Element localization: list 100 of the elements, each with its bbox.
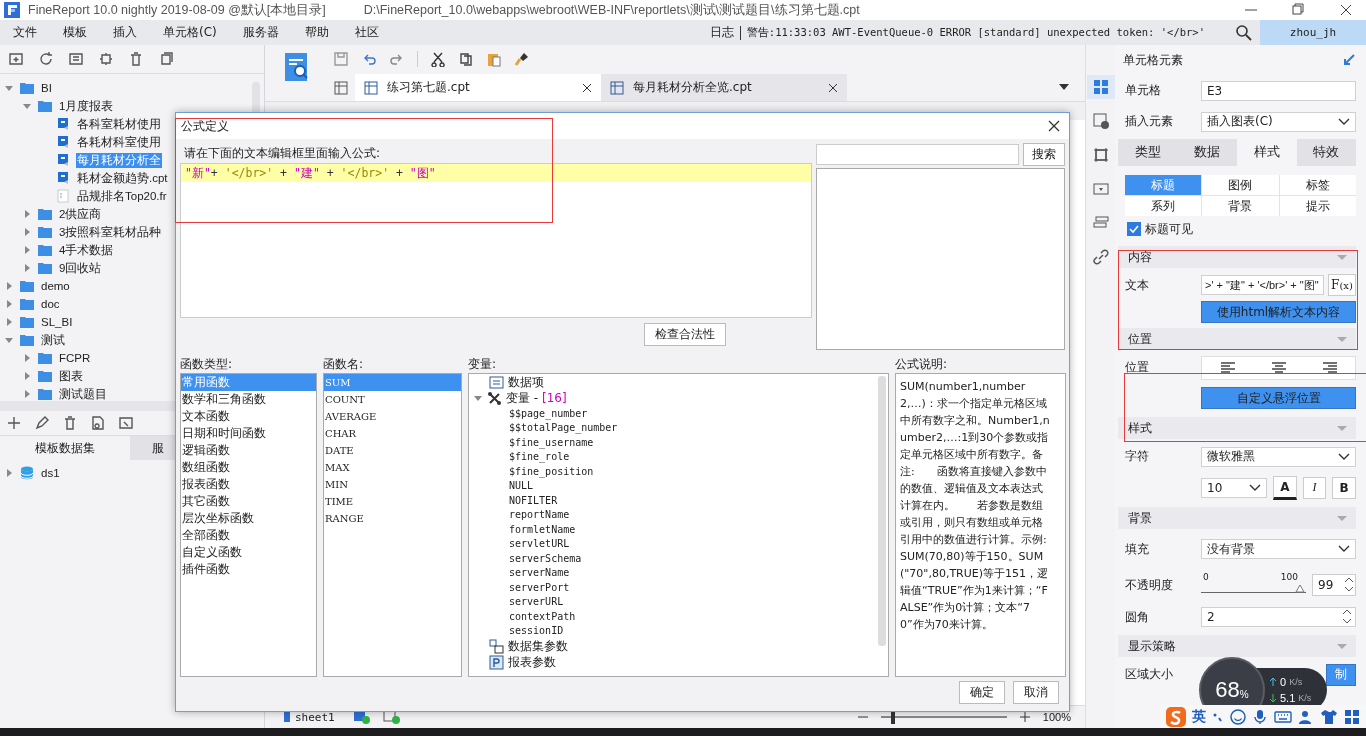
bold-button[interactable]: B <box>1332 476 1356 499</box>
delete-icon[interactable] <box>128 51 144 67</box>
template-list-icon[interactable] <box>68 51 84 67</box>
collapsed-arrow-icon[interactable] <box>22 371 32 381</box>
tree-item[interactable]: doc <box>40 298 61 310</box>
dialog-button[interactable]: 取消 <box>1013 680 1059 704</box>
slider-thumb-icon[interactable] <box>1295 584 1306 593</box>
tree-item[interactable]: SL_BI <box>40 316 74 328</box>
user-icon[interactable] <box>1298 708 1314 725</box>
search-button[interactable]: 搜索 <box>1023 142 1065 166</box>
section-header[interactable]: 背景 <box>1128 509 1152 527</box>
sub-tab[interactable]: 背景 <box>1202 196 1279 216</box>
fill-dropdown[interactable]: 没有背景 <box>1201 539 1356 559</box>
cut-icon[interactable] <box>430 50 446 67</box>
collapsed-arrow-icon[interactable] <box>4 317 14 327</box>
list-item[interactable]: 文本函数 <box>181 408 316 425</box>
search-field[interactable] <box>816 143 1019 165</box>
collapsed-arrow-icon[interactable] <box>22 245 32 255</box>
variable-item[interactable]: servletURL <box>469 536 888 551</box>
list-item[interactable]: DATE <box>324 442 461 459</box>
list-item[interactable]: 插件函数 <box>181 561 316 578</box>
user-name[interactable]: zhou_jh <box>1260 20 1366 45</box>
tree-item[interactable]: 图表 <box>58 368 84 384</box>
menu-item[interactable]: 服务器 <box>229 24 292 41</box>
sub-tab[interactable]: 标签 <box>1279 175 1356 195</box>
dialog-button[interactable]: 确定 <box>959 680 1005 704</box>
emoji-icon[interactable] <box>1230 708 1246 725</box>
variable-item[interactable]: $$totalPage_number <box>469 420 888 435</box>
toolbox-icon[interactable] <box>1344 708 1360 725</box>
document-tab[interactable]: 练习第七题.cpt <box>355 74 601 101</box>
variable-item[interactable]: $fine_username <box>469 435 888 450</box>
widget-icon[interactable] <box>1091 180 1110 198</box>
menu-item[interactable]: 文件 <box>0 24 50 41</box>
tree-item[interactable]: 3按照科室耗材品种 <box>58 224 163 240</box>
variable-item[interactable]: reportName <box>469 507 888 522</box>
collapsed-arrow-icon[interactable] <box>22 389 32 399</box>
font-color-button[interactable]: A <box>1273 475 1297 500</box>
sub-tab[interactable]: 系列 <box>1125 196 1202 216</box>
tree-item[interactable]: demo <box>40 280 71 292</box>
spin-down-icon[interactable] <box>1341 617 1353 626</box>
size-dropdown[interactable]: 10 <box>1201 477 1267 498</box>
variable-item[interactable]: $fine_position <box>469 464 888 479</box>
add-form-sheet-icon[interactable] <box>382 709 401 725</box>
menu-item[interactable]: 插入 <box>100 24 150 41</box>
section-header[interactable]: 位置 <box>1128 330 1152 348</box>
variable-item[interactable]: serverSchema <box>469 551 888 566</box>
report-preview-icon[interactable] <box>282 51 310 83</box>
collapsed-arrow-icon[interactable] <box>22 353 32 363</box>
collapsed-arrow-icon[interactable] <box>22 263 32 273</box>
tree-item[interactable]: 品规排名Top20.fr <box>76 188 168 204</box>
list-item[interactable]: CHAR <box>324 425 461 442</box>
list-item[interactable]: 日期和时间函数 <box>181 425 316 442</box>
close-icon[interactable] <box>581 81 593 94</box>
tree-item[interactable]: 9回收站 <box>58 260 103 276</box>
tree-item[interactable]: 各耗材科室使用 <box>76 134 162 150</box>
list-item[interactable]: 全部函数 <box>181 527 316 544</box>
custom-position-button[interactable]: 自定义悬浮位置 <box>1201 387 1356 409</box>
html-parse-button[interactable]: 使用html解析文本内容 <box>1201 301 1356 323</box>
checkbox[interactable] <box>1127 222 1141 236</box>
panel-tab[interactable]: 数据 <box>1177 139 1237 166</box>
variable-item[interactable]: $$page_number <box>469 406 888 421</box>
spin-up-icon[interactable] <box>1343 576 1355 585</box>
connection-icon[interactable] <box>118 415 134 431</box>
microphone-icon[interactable] <box>1252 708 1268 725</box>
expanded-arrow-icon[interactable] <box>4 83 14 93</box>
format-painter-icon[interactable] <box>514 50 530 67</box>
cell-attribute-icon[interactable] <box>1091 112 1110 130</box>
add-report-sheet-icon[interactable] <box>352 709 371 725</box>
sheet-tab[interactable]: sheet1 <box>277 707 341 727</box>
preview-icon[interactable] <box>90 415 106 431</box>
list-item[interactable]: MIN <box>324 476 461 493</box>
expanded-arrow-icon[interactable] <box>4 335 14 345</box>
tree-item[interactable]: 测试 <box>40 332 66 348</box>
list-item[interactable]: MAX <box>324 459 461 476</box>
font-dropdown[interactable]: 微软雅黑 <box>1201 446 1356 467</box>
variable-item[interactable]: serverURL <box>469 594 888 609</box>
expanded-arrow-icon[interactable] <box>22 101 32 111</box>
shirt-icon[interactable] <box>1320 708 1338 725</box>
list-item[interactable]: 报表函数 <box>181 476 316 493</box>
expanded-arrow-icon[interactable] <box>473 393 483 403</box>
menu-item[interactable]: 帮助 <box>291 24 342 41</box>
copy-icon[interactable] <box>458 50 474 67</box>
list-item[interactable]: 数组函数 <box>181 459 316 476</box>
grid-icon[interactable] <box>333 80 349 96</box>
list-item[interactable]: 逻辑函数 <box>181 442 316 459</box>
list-item[interactable]: 数学和三角函数 <box>181 391 316 408</box>
list-item[interactable]: TIME <box>324 493 461 510</box>
zoom-in-icon[interactable] <box>1018 711 1031 723</box>
add-icon[interactable] <box>6 415 22 431</box>
refresh-icon[interactable] <box>38 51 54 67</box>
hyperlink-icon[interactable] <box>1091 248 1110 266</box>
document-tab[interactable]: 每月耗材分析全览.cpt <box>601 74 847 101</box>
italic-button[interactable]: I <box>1302 476 1327 499</box>
align-left-icon[interactable] <box>1219 361 1236 374</box>
variable-item[interactable]: sessionID <box>469 623 888 638</box>
edit-icon[interactable] <box>34 415 50 431</box>
sub-tab[interactable]: 图例 <box>1202 175 1279 195</box>
variable-item[interactable]: NULL <box>469 478 888 493</box>
tree-item[interactable]: 测试题目 <box>58 386 108 401</box>
tree-item[interactable]: 数据项 <box>508 374 544 391</box>
